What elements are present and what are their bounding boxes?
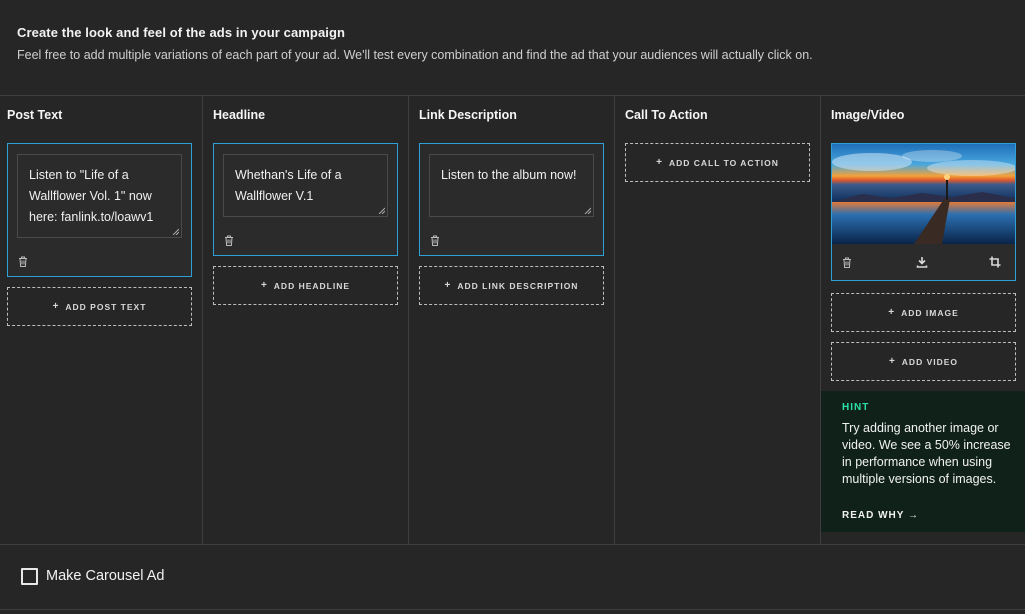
plus-icon: + — [52, 301, 60, 312]
resize-handle-icon[interactable] — [584, 207, 591, 214]
call-to-action-title: Call To Action — [625, 108, 708, 122]
resize-handle-icon[interactable] — [378, 207, 385, 214]
hint-text: Try adding another image or video. We se… — [842, 421, 1011, 486]
plus-icon: + — [888, 356, 896, 367]
add-image-label: ADD IMAGE — [901, 307, 959, 318]
headline-title: Headline — [213, 108, 266, 122]
add-video-button[interactable]: + ADD VIDEO — [831, 342, 1016, 381]
add-video-label: ADD VIDEO — [901, 356, 959, 367]
add-link-description-label: ADD LINK DESCRIPTION — [457, 280, 579, 291]
ad-image-thumbnail[interactable] — [832, 144, 1015, 244]
carousel-checkbox[interactable] — [21, 568, 38, 585]
add-call-to-action-label: ADD CALL TO ACTION — [668, 157, 779, 168]
add-headline-button[interactable]: + ADD HEADLINE — [213, 266, 398, 305]
link-description-title: Link Description — [419, 108, 517, 122]
hint-panel: HINT Try adding another image or video. … — [821, 391, 1025, 532]
hint-label: HINT — [842, 402, 870, 413]
plus-icon: + — [260, 280, 268, 291]
add-link-description-button[interactable]: + ADD LINK DESCRIPTION — [419, 266, 604, 305]
headline-input[interactable]: Whethan's Life of a Wallflower V.1 — [223, 154, 388, 217]
divider — [0, 609, 1025, 610]
add-image-button[interactable]: + ADD IMAGE — [831, 293, 1016, 332]
post-text-card: Listen to "Life of a Wallflower Vol. 1" … — [7, 143, 192, 277]
headline-card: Whethan's Life of a Wallflower V.1 — [213, 143, 398, 256]
link-description-input[interactable]: Listen to the album now! — [429, 154, 594, 217]
post-text-input[interactable]: Listen to "Life of a Wallflower Vol. 1" … — [17, 154, 182, 238]
plus-icon: + — [888, 307, 896, 318]
image-video-title: Image/Video — [831, 108, 905, 122]
post-text-title: Post Text — [7, 108, 63, 122]
crop-icon[interactable] — [989, 256, 1001, 268]
add-post-text-button[interactable]: + ADD POST TEXT — [7, 287, 192, 326]
plus-icon: + — [656, 157, 663, 168]
divider — [0, 544, 1025, 545]
image-card — [831, 143, 1016, 281]
add-call-to-action-button[interactable]: + ADD CALL TO ACTION — [625, 143, 810, 182]
campaign-header: Create the look and feel of the ads in y… — [0, 0, 1025, 96]
link-description-value: Listen to the album now! — [441, 168, 577, 182]
trash-icon[interactable] — [430, 235, 440, 246]
download-icon[interactable] — [916, 256, 928, 268]
page-subtitle: Feel free to add multiple variations of … — [17, 48, 813, 62]
trash-icon[interactable] — [224, 235, 234, 246]
post-text-value: Listen to "Life of a Wallflower Vol. 1" … — [29, 168, 154, 224]
resize-handle-icon[interactable] — [172, 228, 179, 235]
read-why-link[interactable]: READ WHY → — [842, 510, 919, 521]
carousel-label[interactable]: Make Carousel Ad — [46, 568, 164, 584]
plus-icon: + — [444, 280, 452, 291]
link-description-card: Listen to the album now! — [419, 143, 604, 256]
trash-icon[interactable] — [18, 256, 28, 267]
add-post-text-label: ADD POST TEXT — [65, 301, 147, 312]
add-headline-label: ADD HEADLINE — [273, 280, 351, 291]
headline-value: Whethan's Life of a Wallflower V.1 — [235, 168, 342, 203]
trash-icon[interactable] — [842, 257, 852, 268]
page-title: Create the look and feel of the ads in y… — [17, 25, 346, 40]
